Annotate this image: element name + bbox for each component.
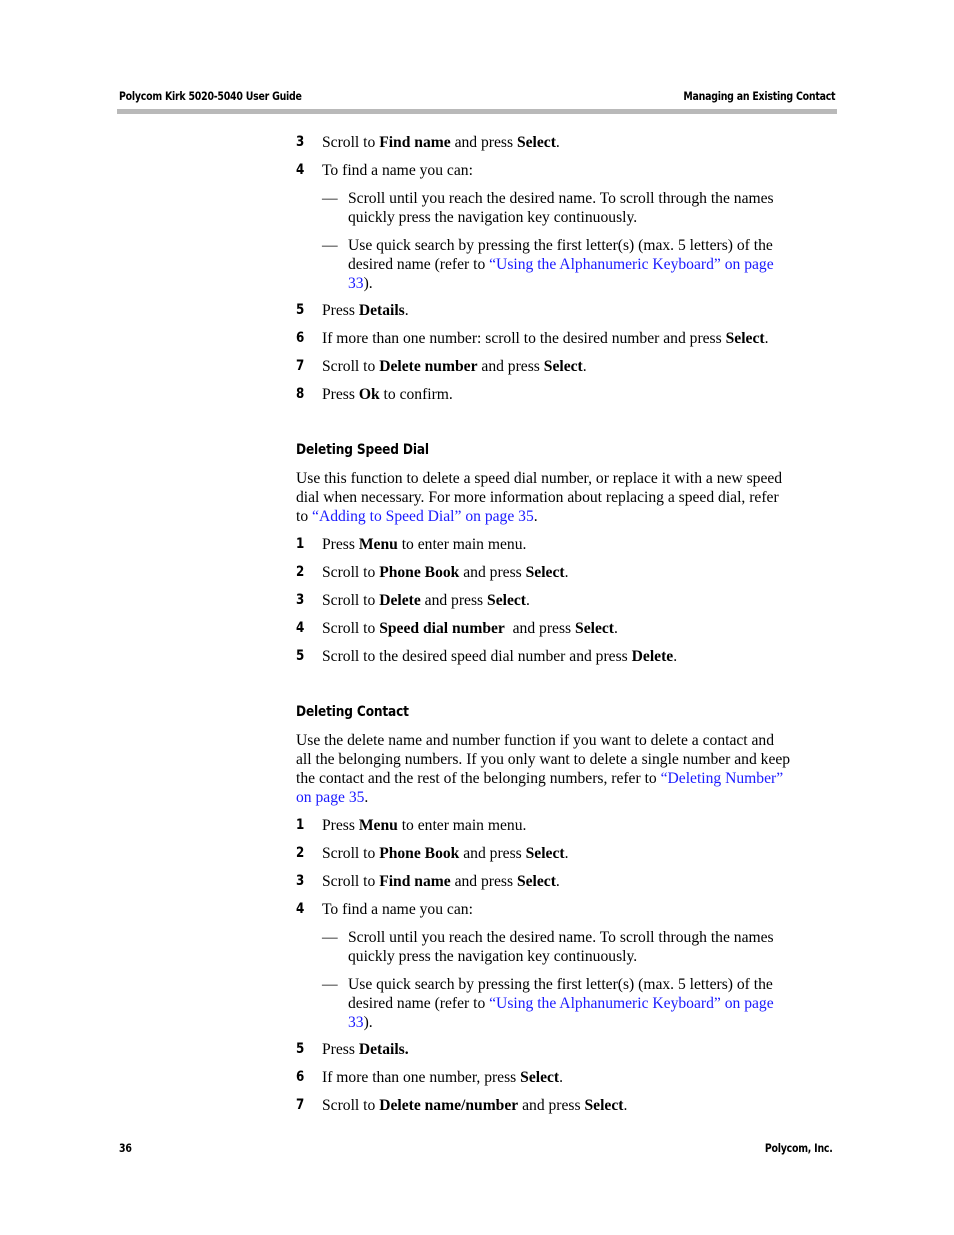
step-text: Press Menu to enter main menu. (322, 536, 527, 553)
step-number: 4 (296, 162, 305, 178)
em-dash-bullet: — (322, 190, 338, 207)
step-number: 4 (296, 620, 305, 636)
step-text: Scroll to Delete name/number and press S… (322, 1097, 628, 1114)
step-text: Press Details. (322, 302, 409, 319)
step-number: 8 (296, 386, 305, 402)
step-number: 3 (296, 592, 305, 608)
step-number: 2 (296, 845, 305, 861)
speed-dial-intro: Use this function to delete a speed dial… (296, 470, 783, 525)
step-number: 3 (296, 134, 305, 150)
step-number: 1 (296, 536, 305, 552)
step-text: To find a name you can: (322, 162, 473, 179)
step-text: To find a name you can: (322, 901, 473, 918)
step-number: 5 (296, 1041, 305, 1057)
section-heading-deleting-contact: Deleting Contact (296, 704, 409, 720)
step-text: Scroll to Find name and press Select. (322, 134, 560, 151)
running-header-section: Managing an Existing Contact (683, 89, 835, 103)
step-number: 6 (296, 1069, 305, 1085)
page-number: 36 (119, 1141, 132, 1155)
bullet-text: Scroll until you reach the desired name.… (348, 929, 774, 965)
step-number: 7 (296, 358, 305, 374)
step-number: 7 (296, 1097, 305, 1113)
step-text: Press Details. (322, 1041, 409, 1058)
step-text: If more than one number: scroll to the d… (322, 330, 769, 347)
step-text: If more than one number, press Select. (322, 1069, 564, 1086)
section-heading-speed-dial: Deleting Speed Dial (296, 442, 429, 458)
step-number: 4 (296, 901, 305, 917)
bullet-text: Scroll until you reach the desired name.… (348, 237, 774, 292)
step-text: Scroll to Find name and press Select. (322, 873, 560, 890)
step-number: 3 (296, 873, 305, 889)
step-number: 1 (296, 817, 305, 833)
step-text: Press Menu to enter main menu. (322, 817, 527, 834)
link-adding-to-speed-dial[interactable]: “Adding to Speed Dial” on page 35 (312, 508, 534, 525)
bullet-text: Use quick search by pressing the first l… (348, 976, 774, 1031)
step-text: Press Ok to confirm. (322, 386, 453, 403)
step-number: 2 (296, 564, 305, 580)
deleting-contact-intro: Use the delete name and number function … (296, 732, 791, 806)
step-text: Scroll to Phone Book and press Select. (322, 564, 569, 581)
header-rule (117, 109, 837, 114)
em-dash-bullet: — (322, 237, 338, 254)
footer-company: Polycom, Inc. (765, 1141, 833, 1155)
step-number: 5 (296, 302, 305, 318)
running-header-title: Polycom Kirk 5020-5040 User Guide (119, 89, 302, 103)
bullet-text: Scroll until you reach the desired name.… (348, 190, 774, 226)
step-text: Scroll to Delete and press Select. (322, 592, 530, 609)
step-number: 5 (296, 648, 305, 664)
step-text: Scroll to Phone Book and press Select. (322, 845, 569, 862)
step-text: Scroll to the desired speed dial number … (322, 648, 678, 665)
step-text: Scroll to Delete number and press Select… (322, 358, 587, 375)
em-dash-bullet: — (322, 929, 338, 946)
step-number: 6 (296, 330, 305, 346)
step-text: Scroll to Speed dial number and press Se… (322, 620, 618, 637)
em-dash-bullet: — (322, 976, 338, 993)
